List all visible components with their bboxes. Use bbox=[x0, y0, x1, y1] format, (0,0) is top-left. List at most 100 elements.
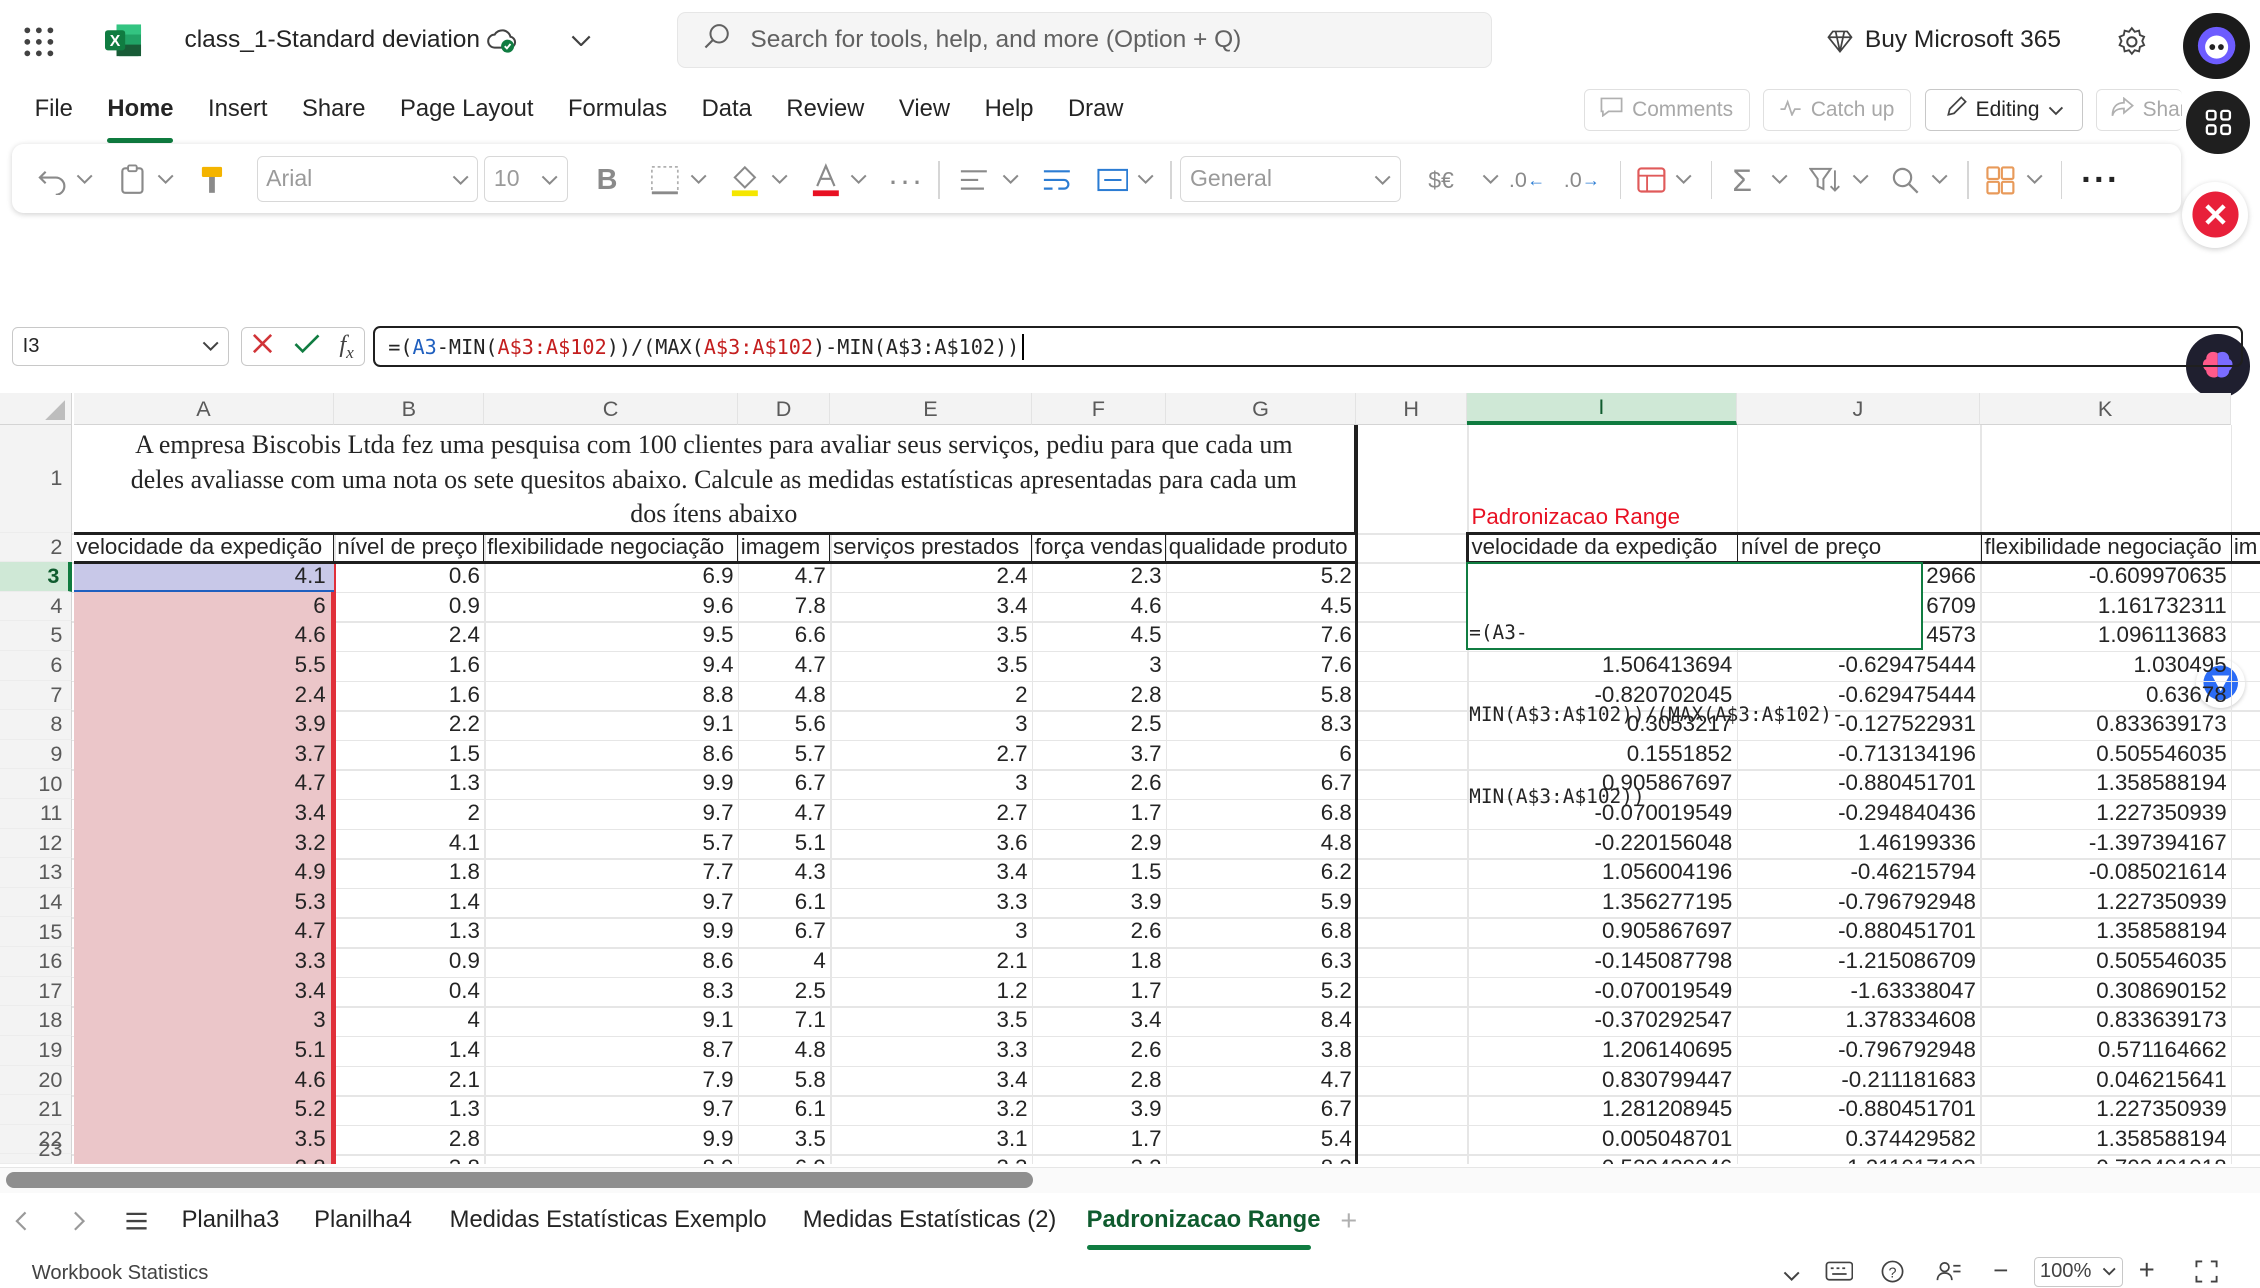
row-header-18[interactable]: 18 bbox=[0, 1006, 73, 1036]
comments-button[interactable]: Comments bbox=[1583, 89, 1750, 132]
row-header-13[interactable]: 13 bbox=[0, 858, 73, 888]
undo-dropdown-icon[interactable] bbox=[76, 161, 93, 198]
keyboard-icon[interactable] bbox=[1825, 1261, 1854, 1287]
data-cell[interactable]: 3.3 bbox=[830, 888, 1032, 917]
add-ins-icon[interactable] bbox=[1986, 161, 2015, 198]
data-cell[interactable]: 0.9 bbox=[334, 592, 484, 621]
standardized-cell[interactable]: 1.358588194 bbox=[1980, 769, 2231, 798]
data-cell[interactable]: 8.2 bbox=[1166, 1154, 1356, 1164]
data-cell[interactable]: 1.4 bbox=[334, 1036, 484, 1065]
data-cell[interactable]: 7.6 bbox=[1166, 651, 1356, 680]
data-cell[interactable]: 8.6 bbox=[484, 947, 738, 976]
data-cell[interactable]: 1.8 bbox=[1032, 947, 1166, 976]
menu-home[interactable]: Home bbox=[90, 89, 191, 143]
data-cell[interactable]: 6.1 bbox=[738, 1095, 830, 1124]
row-header-15[interactable]: 15 bbox=[0, 917, 73, 948]
standardized-cell[interactable]: -0.46215794 bbox=[1737, 858, 1981, 887]
row-header-5[interactable]: 5 bbox=[0, 621, 73, 651]
workbook-statistics[interactable]: Workbook Statistics bbox=[32, 1262, 209, 1285]
catch-up-button[interactable]: Catch up bbox=[1762, 89, 1912, 132]
data-cell[interactable]: 2.5 bbox=[738, 977, 830, 1006]
column-header-e[interactable]: E bbox=[830, 393, 1032, 426]
row-header-6[interactable]: 6 bbox=[0, 650, 73, 681]
data-cell[interactable]: 9.9 bbox=[484, 917, 738, 946]
tab-medidas-exemplo[interactable]: Medidas Estatísticas Exemplo bbox=[450, 1206, 767, 1234]
data-cell[interactable]: 3.7 bbox=[74, 740, 331, 769]
fullscreen-icon[interactable] bbox=[2195, 1260, 2218, 1288]
standardized-cell[interactable]: 0.308690152 bbox=[1980, 977, 2231, 1006]
data-cell[interactable]: 3.4 bbox=[830, 858, 1032, 887]
data-cell[interactable]: 6709 bbox=[1923, 592, 1981, 621]
data-cell[interactable]: 9.7 bbox=[484, 888, 738, 917]
merge-cells-icon[interactable] bbox=[1097, 161, 1129, 198]
data-cell[interactable]: 5.6 bbox=[738, 710, 830, 739]
data-cell[interactable]: 1.5 bbox=[334, 740, 484, 769]
menu-help[interactable]: Help bbox=[967, 89, 1050, 135]
data-cell[interactable]: 5.8 bbox=[738, 1066, 830, 1095]
standardized-cell[interactable]: -0.070019549 bbox=[1467, 977, 1737, 1006]
standardized-cell[interactable]: 1.281208945 bbox=[1467, 1095, 1737, 1124]
data-cell[interactable]: 1.2 bbox=[830, 977, 1032, 1006]
row-header-19[interactable]: 19 bbox=[0, 1035, 73, 1066]
merge-dropdown-icon[interactable] bbox=[1137, 161, 1154, 198]
standardized-cell[interactable]: 1.227350939 bbox=[1980, 1095, 2231, 1124]
number-format-select[interactable]: General bbox=[1180, 155, 1401, 202]
column-header-h[interactable]: H bbox=[1356, 393, 1468, 426]
font-name-select[interactable]: Arial bbox=[256, 155, 479, 202]
data-cell[interactable]: 4.7 bbox=[738, 651, 830, 680]
formula-input[interactable]: =(A3 -MIN(A$3:A$102))/(MAX(A$3:A$102)-MIN… bbox=[373, 325, 2243, 368]
standardized-cell[interactable]: 1.356277195 bbox=[1467, 888, 1737, 917]
increase-decimal-icon[interactable]: .0 → bbox=[1564, 161, 1600, 198]
data-cell[interactable]: 3 bbox=[1032, 651, 1166, 680]
data-cell[interactable]: 1.3 bbox=[334, 917, 484, 946]
cancel-icon[interactable] bbox=[251, 332, 274, 361]
standardized-cell[interactable]: 0.505546035 bbox=[1980, 740, 2231, 769]
standardized-cell[interactable]: 0.374429582 bbox=[1737, 1125, 1981, 1154]
data-cell[interactable]: 2.2 bbox=[334, 710, 484, 739]
data-cell[interactable]: 4.7 bbox=[74, 917, 331, 946]
data-cell[interactable]: 1.4 bbox=[334, 888, 484, 917]
data-cell[interactable]: 6.1 bbox=[738, 888, 830, 917]
standardized-cell[interactable]: 0.571164662 bbox=[1980, 1036, 2231, 1065]
data-cell[interactable]: 3.3 bbox=[74, 947, 331, 976]
row-header-21[interactable]: 21 bbox=[0, 1095, 73, 1125]
data-cell[interactable]: 5.2 bbox=[1166, 977, 1356, 1006]
fill-dropdown-icon[interactable] bbox=[771, 161, 788, 198]
data-cell[interactable]: 8.8 bbox=[484, 681, 738, 710]
data-cell[interactable]: -0.609970635 bbox=[1980, 562, 2231, 591]
column-title[interactable]: força vendas bbox=[1032, 533, 1166, 563]
add-sheet-icon[interactable]: + bbox=[1340, 1205, 1357, 1238]
find-dropdown-icon[interactable] bbox=[1931, 161, 1948, 198]
data-cell[interactable]: 6.7 bbox=[1166, 1095, 1356, 1124]
data-cell[interactable]: 1.6 bbox=[334, 651, 484, 680]
data-cell[interactable]: 4.5 bbox=[1032, 621, 1166, 650]
data-cell[interactable]: 6.6 bbox=[738, 621, 830, 650]
data-cell[interactable]: 7.6 bbox=[1166, 621, 1356, 650]
data-cell[interactable]: 3.3 bbox=[830, 1154, 1032, 1164]
data-cell[interactable]: 9.1 bbox=[484, 710, 738, 739]
name-box[interactable]: I3 bbox=[11, 327, 230, 367]
data-cell[interactable]: 4.3 bbox=[738, 858, 830, 887]
tab-prev-icon[interactable] bbox=[14, 1211, 28, 1239]
range-column-title[interactable]: flexibilidade negociação bbox=[1982, 533, 2233, 563]
menu-share[interactable]: Share bbox=[285, 89, 383, 135]
standardized-cell[interactable]: -1.63338047 bbox=[1737, 977, 1981, 1006]
tab-padronizacao-range[interactable]: Padronizacao Range bbox=[1087, 1206, 1321, 1234]
data-cell[interactable]: 2.4 bbox=[74, 681, 331, 710]
column-header-c[interactable]: C bbox=[484, 393, 738, 426]
zoom-out-icon[interactable]: − bbox=[1993, 1258, 2008, 1284]
currency-dropdown-icon[interactable] bbox=[1482, 161, 1499, 198]
tab-medidas-2[interactable]: Medidas Estatísticas (2) bbox=[803, 1206, 1057, 1234]
data-cell[interactable]: 1.5 bbox=[1032, 858, 1166, 887]
data-cell[interactable]: 6 bbox=[74, 592, 331, 621]
data-cell[interactable]: 3.7 bbox=[1032, 740, 1166, 769]
cloud-saved-icon[interactable] bbox=[486, 25, 518, 57]
data-cell[interactable]: 5.3 bbox=[74, 888, 331, 917]
data-cell[interactable]: 5.1 bbox=[738, 829, 830, 858]
data-cell[interactable]: 2.7 bbox=[830, 799, 1032, 828]
data-cell[interactable]: 3.2 bbox=[1032, 1154, 1166, 1164]
column-title[interactable]: imagem bbox=[738, 533, 831, 563]
data-cell[interactable]: 1.7 bbox=[1032, 977, 1166, 1006]
data-cell[interactable]: 8.4 bbox=[1166, 1006, 1356, 1035]
data-cell[interactable]: 9.7 bbox=[484, 1095, 738, 1124]
